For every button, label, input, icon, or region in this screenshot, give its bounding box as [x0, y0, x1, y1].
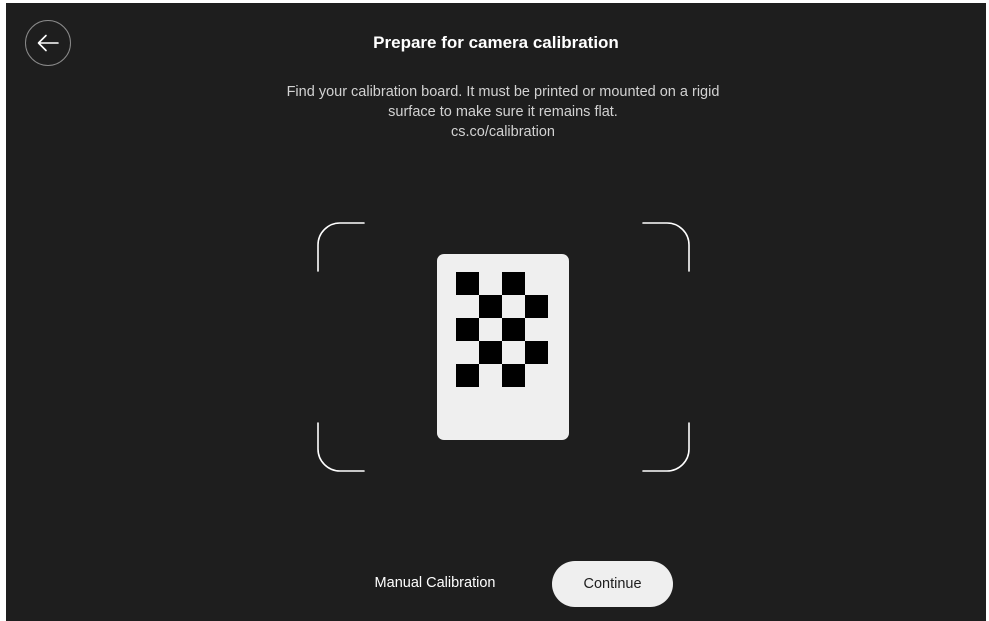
continue-button[interactable]: Continue [552, 561, 673, 607]
instructions: Find your calibration board. It must be … [246, 82, 760, 142]
calibration-screen: Prepare for camera calibration Find your… [6, 3, 986, 621]
calibration-board [437, 254, 569, 440]
manual-calibration-button[interactable]: Manual Calibration [361, 575, 509, 591]
instruction-line-2: surface to make sure it remains flat. [388, 104, 618, 120]
page-title: Prepare for camera calibration [373, 33, 619, 52]
calibration-link[interactable]: cs.co/calibration [246, 122, 760, 142]
checkerboard-icon [456, 272, 548, 387]
instruction-line-1: Find your calibration board. It must be … [286, 84, 720, 100]
